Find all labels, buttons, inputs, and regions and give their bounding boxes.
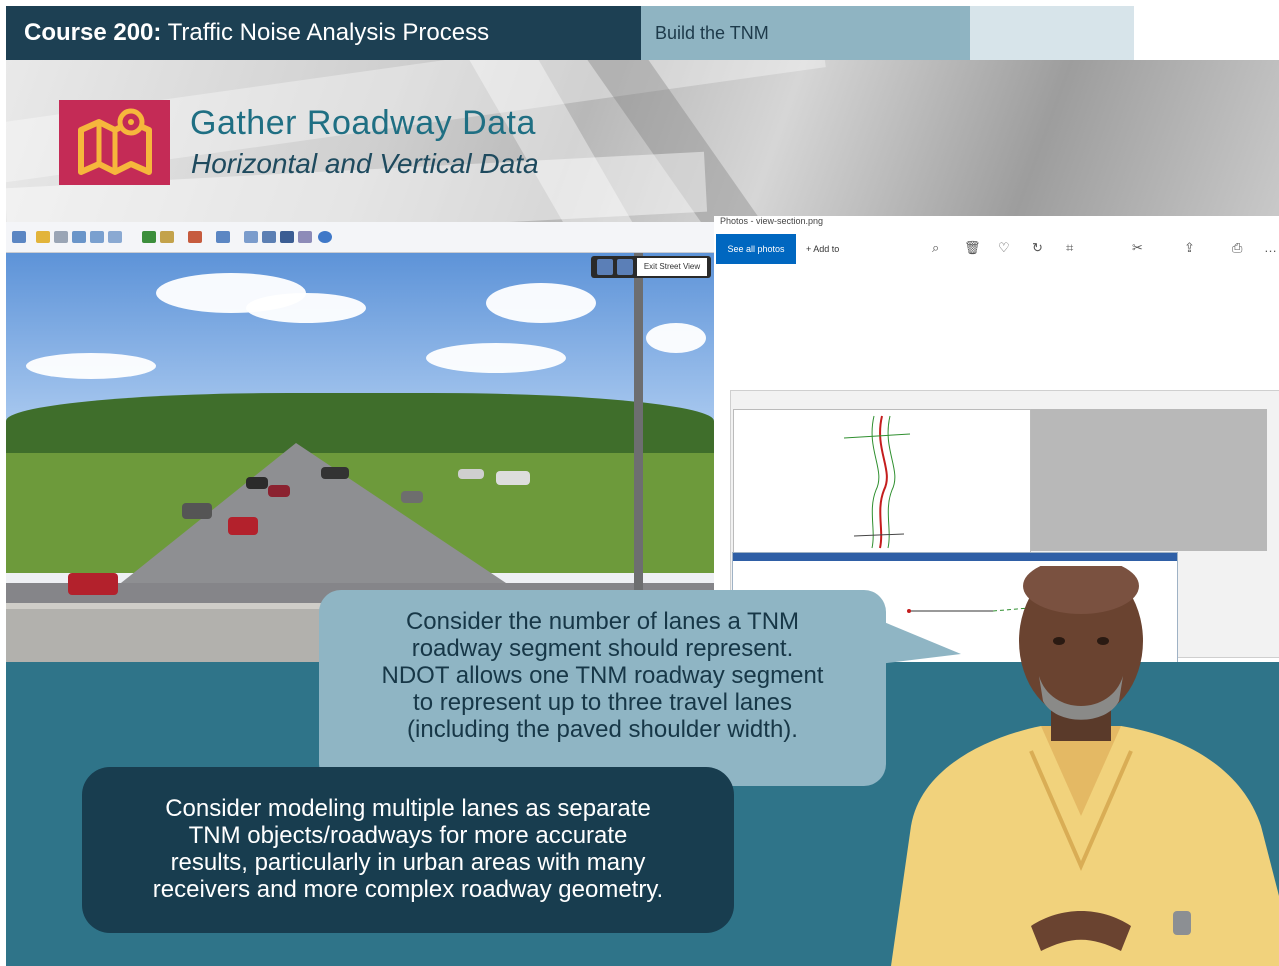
callout-line: (including the paved shoulder width).: [407, 716, 798, 743]
modeling-callout: Consider modeling multiple lanes as sepa…: [82, 767, 734, 933]
tab-checkbox-area: [1134, 6, 1279, 60]
window-titlebar: [733, 553, 1177, 561]
callout-line: receivers and more complex roadway geome…: [152, 876, 664, 903]
course-header: Course 200: Traffic Noise Analysis Proce…: [6, 6, 1279, 60]
cloud: [646, 323, 706, 353]
cloud: [246, 293, 366, 323]
slide-subtitle: Horizontal and Vertical Data: [191, 148, 539, 179]
rotate-icon[interactable]: ↻: [1032, 240, 1043, 256]
street-view-controls: Exit Street View: [591, 256, 711, 278]
cloud: [426, 343, 566, 373]
pegman-icon[interactable]: [597, 259, 613, 275]
crop-icon[interactable]: ⌗: [1066, 240, 1073, 256]
toolbar-icon: [262, 231, 276, 243]
toolbar-icon: [54, 231, 68, 243]
vehicle: [321, 467, 349, 479]
add-to-button[interactable]: + Add to: [806, 234, 839, 264]
toolbar-icon: [216, 231, 230, 243]
toolbar-icon: [12, 231, 26, 243]
compass-icon[interactable]: [617, 259, 633, 275]
light-pole: [634, 253, 643, 603]
toolbar-icon: [142, 231, 156, 243]
toolbar-icon: [160, 231, 174, 243]
cloud: [486, 283, 596, 323]
course-number: Course 200:: [24, 19, 162, 46]
add-to-label: Add to: [813, 244, 840, 254]
vehicle: [268, 485, 290, 497]
callout-line: NDOT allows one TNM roadway segment: [381, 662, 824, 689]
toolbar-icon: [188, 231, 202, 243]
callout-line: Consider the number of lanes a TNM: [405, 608, 800, 635]
toolbar-icon: [244, 231, 258, 243]
vehicle: [458, 469, 484, 479]
plan-view-plot: [733, 409, 1031, 553]
slide-title: Gather Roadway Data: [190, 104, 536, 142]
course-name: Traffic Noise Analysis Process: [161, 19, 490, 46]
modeling-callout-text: Consider modeling multiple lanes as sepa…: [82, 795, 734, 903]
vehicle: [496, 471, 530, 485]
toolbar-icon: [36, 231, 50, 243]
favorite-icon[interactable]: ♡: [998, 240, 1010, 256]
callout-line: TNM objects/roadways for more accurate: [188, 822, 628, 849]
print-icon[interactable]: ⎙: [1232, 240, 1242, 256]
photos-window-title: Photos - view-section.png: [720, 216, 824, 226]
gis-toolbar: [6, 222, 714, 253]
toolbar-icon: [108, 231, 122, 243]
map-pin-icon: [59, 100, 170, 185]
lanes-callout: Consider the number of lanes a TNM roadw…: [319, 590, 961, 786]
title-banner: Gather Roadway Data Horizontal and Verti…: [6, 60, 1279, 222]
course-title: Course 200: Traffic Noise Analysis Proce…: [24, 6, 489, 60]
edit-icon[interactable]: ✂: [1132, 240, 1143, 256]
slide-frame: Course 200: Traffic Noise Analysis Proce…: [6, 6, 1279, 966]
canvas-background: [1031, 409, 1267, 551]
vehicle: [246, 477, 268, 489]
toolbar-icon: [72, 231, 86, 243]
callout-line: to represent up to three travel lanes: [413, 689, 792, 716]
presenter-image: [881, 558, 1279, 966]
vehicle: [401, 491, 423, 503]
callout-line: results, particularly in urban areas wit…: [170, 849, 646, 876]
exit-street-view-button[interactable]: Exit Street View: [637, 258, 707, 276]
tab-blank[interactable]: [970, 6, 1134, 60]
tab-build-the-tnm[interactable]: Build the TNM: [641, 6, 970, 60]
more-icon[interactable]: …: [1264, 240, 1277, 255]
see-all-photos-button[interactable]: See all photos: [716, 234, 796, 264]
share-icon[interactable]: ⇪: [1184, 240, 1195, 256]
toolbar-icon: [298, 231, 312, 243]
callout-line: roadway segment should represent.: [411, 635, 794, 662]
callout-line: Consider modeling multiple lanes as sepa…: [165, 795, 651, 822]
toolbar-icon: [318, 231, 332, 243]
toolbar-icon: [280, 231, 294, 243]
lanes-callout-text: Consider the number of lanes a TNM roadw…: [319, 608, 886, 743]
toolbar-icon: [90, 231, 104, 243]
roadway: [96, 443, 536, 603]
delete-icon[interactable]: 🗑: [964, 240, 981, 256]
vehicle: [68, 573, 118, 595]
vehicle: [182, 503, 212, 519]
cloud: [26, 353, 156, 379]
vehicle: [228, 517, 258, 535]
zoom-icon[interactable]: ⌕: [932, 240, 939, 256]
